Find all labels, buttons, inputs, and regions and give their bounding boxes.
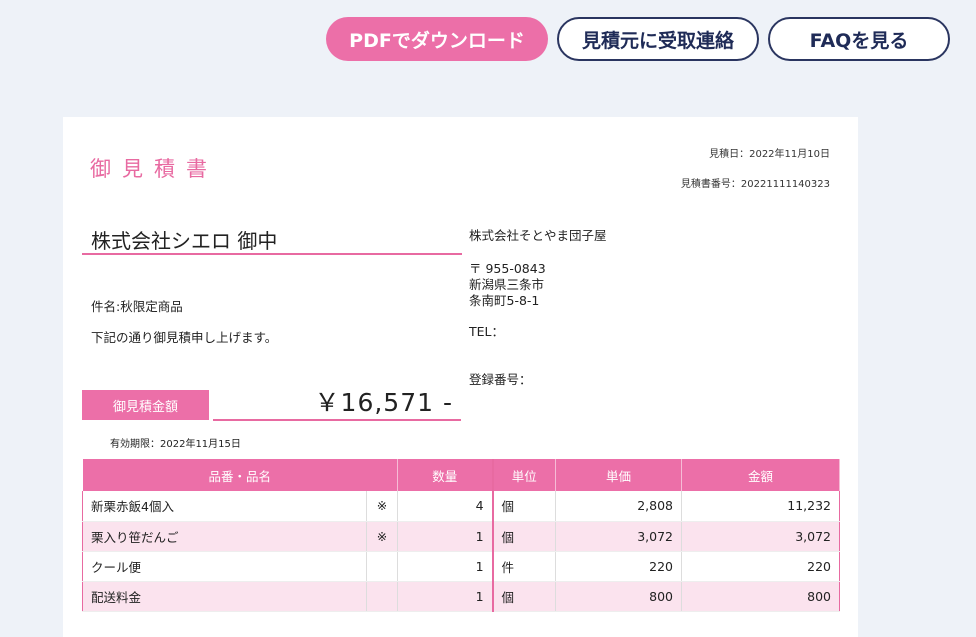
item-unit-price: 800: [555, 581, 683, 612]
item-name: 栗入り笹だんご: [82, 521, 367, 552]
item-unit: 件: [491, 551, 557, 582]
issuer-postal: 〒 955-0843: [469, 261, 546, 276]
item-amount: 220: [681, 551, 841, 582]
header-unit-price: 単価: [555, 459, 683, 491]
item-amount: 800: [681, 581, 841, 612]
notify-receipt-button[interactable]: 見積元に受取連絡: [557, 17, 759, 61]
quote-date: 見積日：2022年11月10日: [709, 149, 830, 160]
issuer-registration: 登録番号：: [469, 372, 532, 387]
expiry-date: 有効期限：2022年11月15日: [110, 439, 241, 450]
header-unit: 単位: [491, 459, 557, 491]
header-quantity: 数量: [397, 459, 494, 491]
table-row: 新栗赤飯4個入 ※ 4 個 2,808 11,232: [82, 491, 841, 522]
items-table: 品番・品名 数量 単位 単価 金額 新栗赤飯4個入 ※ 4 個 2,808 11…: [82, 459, 841, 612]
item-unit-price: 3,072: [555, 521, 683, 552]
quotation-sheet: 御見積書 見積日：2022年11月10日 見積書番号：2022111114032…: [63, 117, 858, 637]
item-mark: ※: [366, 491, 399, 522]
item-unit: 個: [491, 581, 557, 612]
amount-label: 御見積金額: [82, 390, 209, 420]
item-quantity: 4: [397, 491, 494, 522]
issuer-address: 〒 955-0843 新潟県三条市 条南町5-8-1: [469, 261, 546, 309]
item-mark: ※: [366, 521, 399, 552]
header-amount: 金額: [681, 459, 841, 491]
issuer-tel: TEL：: [469, 324, 504, 339]
table-row: クール便 1 件 220 220: [82, 551, 841, 582]
amount-underline: [213, 419, 461, 421]
subject: 件名:秋限定商品: [91, 299, 183, 314]
amount-value: ￥16,571 -: [314, 388, 453, 417]
table-header-row: 品番・品名 数量 単位 単価 金額: [82, 459, 841, 491]
item-quantity: 1: [397, 551, 494, 582]
item-unit: 個: [491, 491, 557, 522]
item-unit-price: 220: [555, 551, 683, 582]
issuer-address-line2: 条南町5-8-1: [469, 293, 540, 308]
client-name: 株式会社シエロ 御中: [91, 229, 278, 253]
item-name: 新栗赤飯4個入: [82, 491, 367, 522]
item-amount: 11,232: [681, 491, 841, 522]
item-unit: 個: [491, 521, 557, 552]
item-name: 配送料金: [82, 581, 367, 612]
item-unit-price: 2,808: [555, 491, 683, 522]
header-item-name: 品番・品名: [82, 459, 399, 491]
document-title: 御見積書: [90, 157, 218, 181]
pdf-download-button[interactable]: PDFでダウンロード: [326, 17, 548, 61]
greeting-text: 下記の通り御見積申し上げます。: [91, 330, 278, 345]
quote-number: 見積書番号：20221111140323: [680, 179, 830, 190]
faq-button[interactable]: FAQを見る: [768, 17, 950, 61]
item-quantity: 1: [397, 581, 494, 612]
item-name: クール便: [82, 551, 367, 582]
item-amount: 3,072: [681, 521, 841, 552]
item-quantity: 1: [397, 521, 494, 552]
issuer-address-line1: 新潟県三条市: [469, 277, 545, 292]
issuer-name: 株式会社そとやま団子屋: [469, 228, 607, 243]
item-mark: [366, 551, 399, 582]
client-underline: [82, 253, 462, 255]
item-mark: [366, 581, 399, 612]
table-row: 配送料金 1 個 800 800: [82, 581, 841, 612]
table-row: 栗入り笹だんご ※ 1 個 3,072 3,072: [82, 521, 841, 552]
